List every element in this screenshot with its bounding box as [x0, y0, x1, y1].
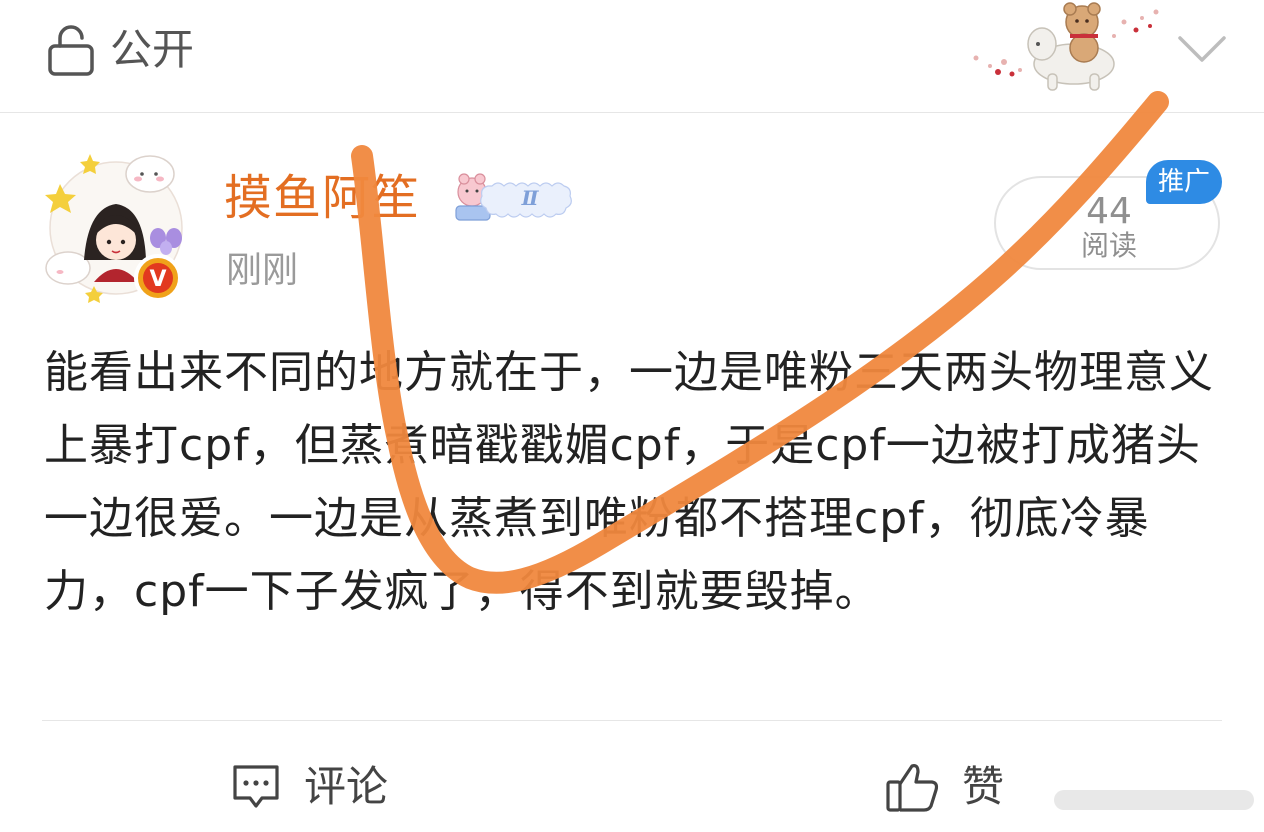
post-body-text: 能看出来不同的地方就在于，一边是唯粉三天两头物理意义上暴打cpf，但蒸煮暗戳戳媚… — [44, 347, 1214, 617]
weibo-post-screen: 公开 V 摸鱼阿笙 Ⅱ 刚刚 44 阅读 推广 能看出来不同的地方就在于，一边是… — [0, 0, 1264, 832]
like-button[interactable]: 赞 — [880, 750, 1040, 824]
comment-icon — [233, 765, 279, 808]
thumbs-up-icon — [886, 764, 939, 812]
post-time: 刚刚 — [226, 250, 299, 291]
comment-button[interactable]: 评论 — [226, 750, 426, 824]
privacy-label[interactable]: 公开 — [110, 22, 194, 78]
comment-label: 评论 — [304, 762, 389, 811]
lock-icon — [48, 25, 94, 76]
chevron-down-icon[interactable] — [1176, 32, 1228, 66]
avatar[interactable]: V — [38, 148, 190, 306]
read-label: 阅读 — [1080, 229, 1137, 262]
author-name[interactable]: 摸鱼阿笙 — [224, 166, 420, 230]
bear-horse-sticker — [973, 2, 1159, 91]
like-label: 赞 — [962, 762, 1005, 811]
post-visibility-bar: 公开 — [0, 0, 1264, 113]
divider — [42, 720, 1222, 721]
fan-level-badge: Ⅱ — [455, 173, 572, 221]
fan-level-text: Ⅱ — [521, 186, 540, 210]
verified-mark: V — [149, 267, 166, 292]
gesture-bar — [1054, 790, 1254, 810]
promote-badge[interactable]: 推广 — [1146, 160, 1222, 204]
